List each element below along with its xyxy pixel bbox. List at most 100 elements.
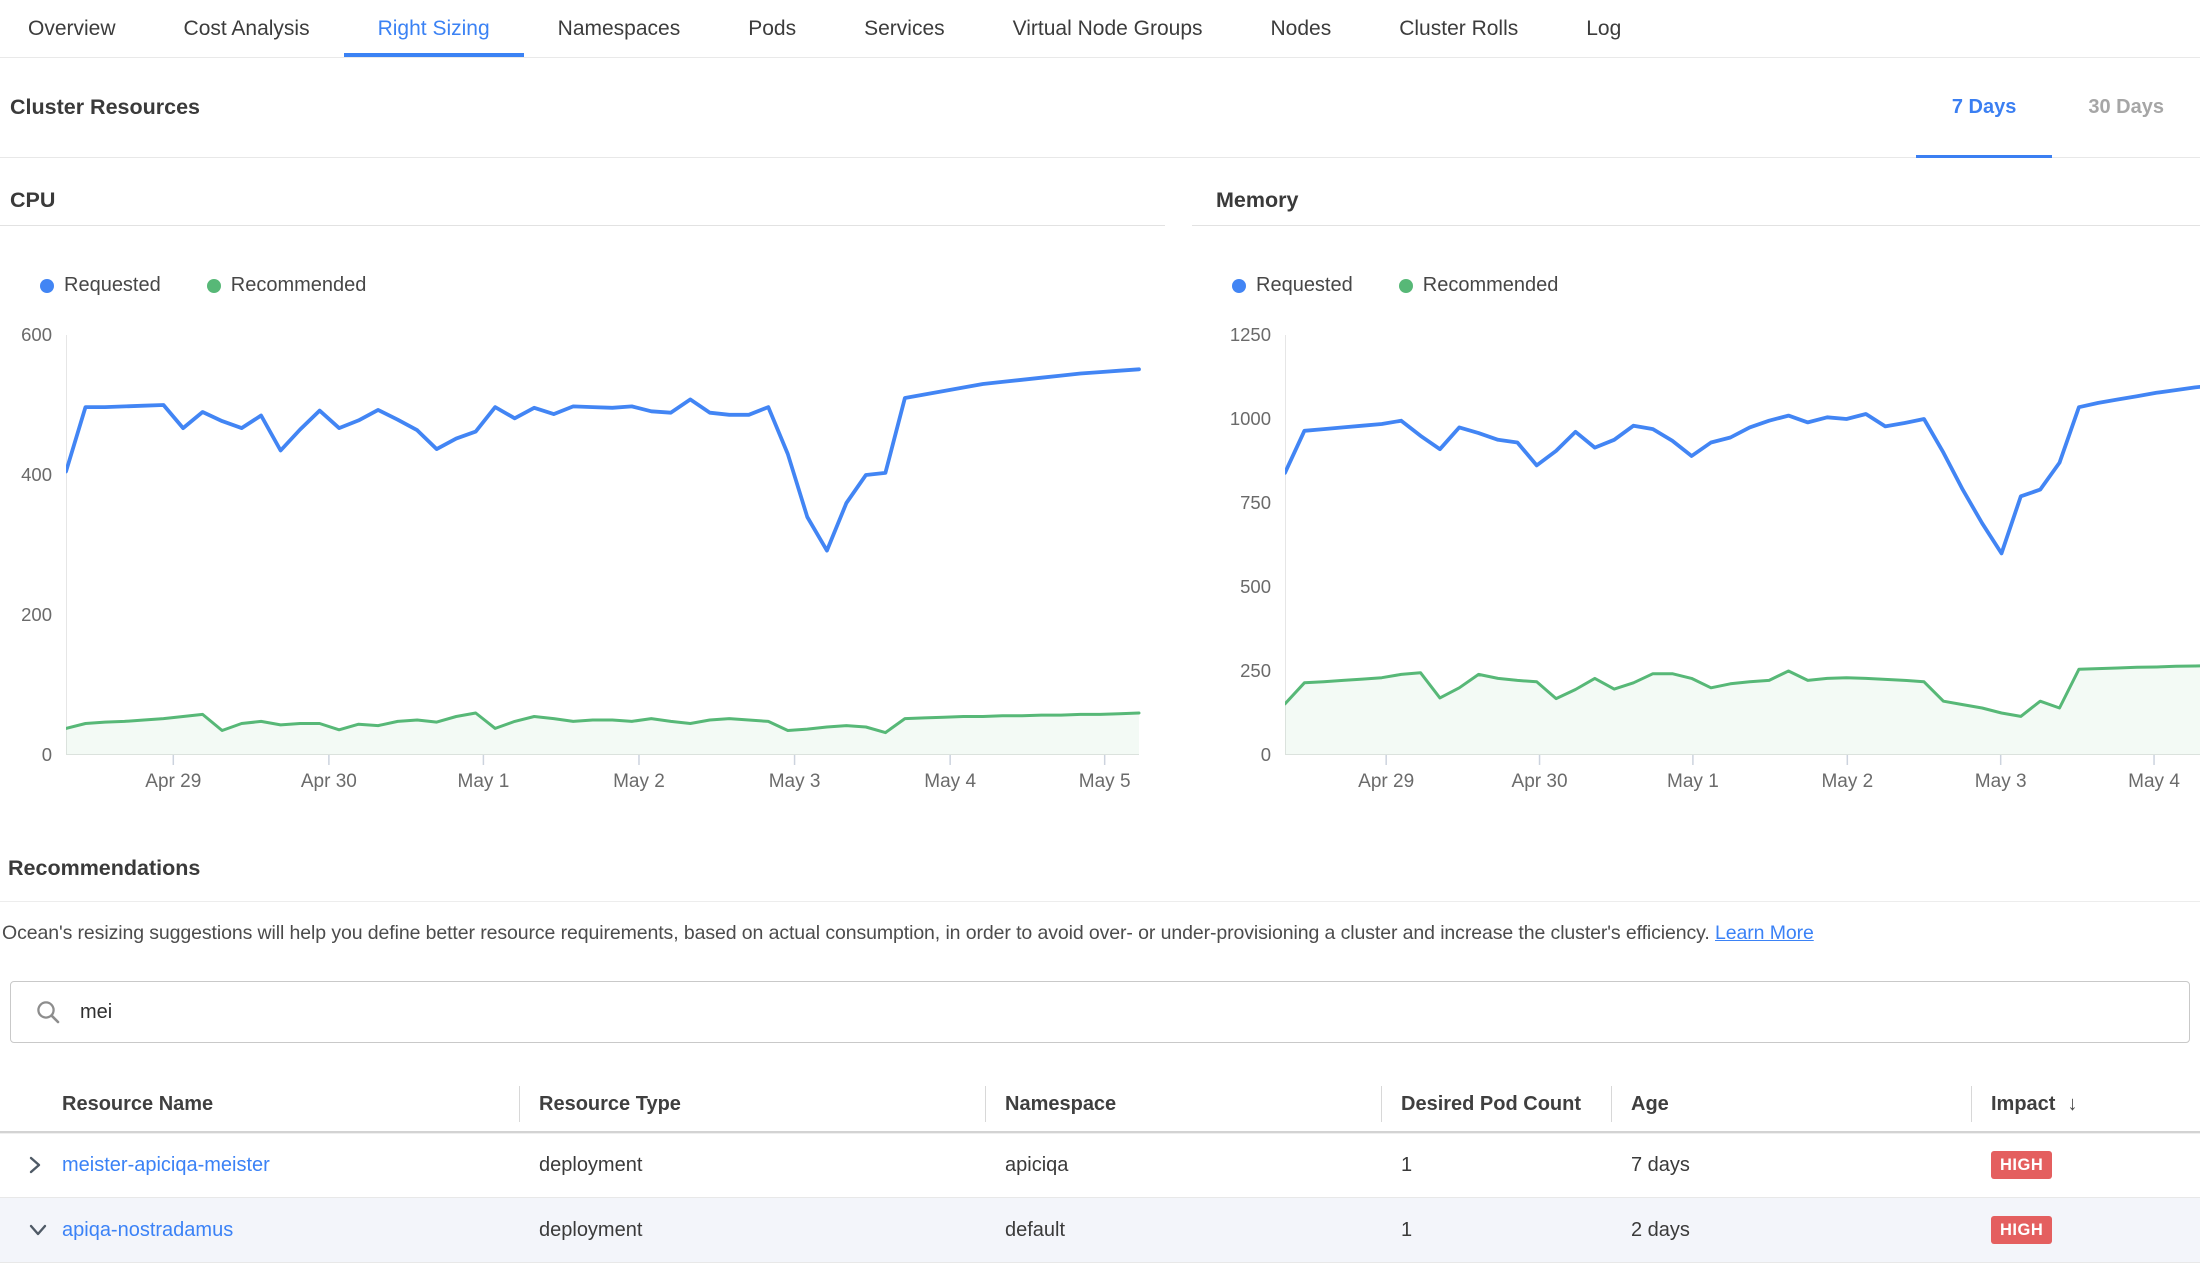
memory-chart-plot: 025050075010001250Apr 29Apr 30May 1May 2… xyxy=(1192,335,2200,810)
tab-label: Right Sizing xyxy=(378,17,490,41)
column-header-namespace[interactable]: Namespace xyxy=(985,1077,1381,1131)
tab-label: Namespaces xyxy=(558,17,681,41)
recommendations-section: Recommendations Ocean's resizing suggest… xyxy=(0,810,2200,945)
tab-label: Services xyxy=(864,17,945,41)
x-axis-tick-label: May 2 xyxy=(589,771,689,793)
legend-item-requested: Requested xyxy=(40,274,161,297)
charts-section: CPU Requested Recommended 0200400600Apr … xyxy=(0,158,2200,810)
legend-item-recommended: Recommended xyxy=(207,274,367,297)
range-tab-30-days[interactable]: 30 Days xyxy=(2052,58,2200,157)
y-axis-tick-label: 600 xyxy=(0,323,52,347)
y-axis-tick-label: 1000 xyxy=(1192,407,1271,431)
collapse-row-button[interactable] xyxy=(0,1223,62,1237)
memory-chart-svg xyxy=(1285,335,2200,769)
resource-type-cell: deployment xyxy=(519,1219,985,1242)
tab-label: Log xyxy=(1586,17,1621,41)
cpu-chart-title: CPU xyxy=(0,158,1165,226)
search-box[interactable] xyxy=(10,981,2190,1043)
namespace-cell: apiciqa xyxy=(985,1154,1381,1177)
tab-nodes[interactable]: Nodes xyxy=(1237,0,1366,57)
impact-cell: HIGH xyxy=(1971,1216,2200,1244)
x-axis-tick-label: May 2 xyxy=(1797,771,1897,793)
divider xyxy=(0,901,2200,902)
range-tab-7-days[interactable]: 7 Days xyxy=(1916,58,2053,157)
x-axis-tick-label: May 1 xyxy=(433,771,533,793)
y-axis-tick-label: 750 xyxy=(1192,491,1271,515)
resource-type-cell: deployment xyxy=(519,1154,985,1177)
cpu-chart-legend: Requested Recommended xyxy=(40,274,1165,297)
chevron-down-icon xyxy=(28,1223,48,1237)
search-input[interactable] xyxy=(78,1000,2189,1025)
x-axis-tick-label: May 1 xyxy=(1643,771,1743,793)
tab-label: Virtual Node Groups xyxy=(1013,17,1203,41)
column-header-resource-type[interactable]: Resource Type xyxy=(519,1077,985,1131)
requested-legend-dot-icon xyxy=(1232,279,1246,293)
sort-descending-icon[interactable]: ↓ xyxy=(2067,1093,2077,1116)
age-cell: 2 days xyxy=(1611,1219,1971,1242)
tab-log[interactable]: Log xyxy=(1552,0,1655,57)
legend-label: Requested xyxy=(1256,274,1353,297)
tab-namespaces[interactable]: Namespaces xyxy=(524,0,715,57)
impact-high-badge: HIGH xyxy=(1991,1151,2052,1179)
x-axis-tick-label: May 3 xyxy=(745,771,845,793)
age-cell: 7 days xyxy=(1611,1154,1971,1177)
chevron-right-icon xyxy=(28,1155,42,1175)
impact-high-badge: HIGH xyxy=(1991,1216,2052,1244)
tab-label: Cluster Rolls xyxy=(1399,17,1518,41)
desired-pod-count-cell: 1 xyxy=(1381,1219,1611,1242)
resource-name-link[interactable]: apiqa-nostradamus xyxy=(62,1219,233,1242)
x-axis-tick-label: Apr 30 xyxy=(1490,771,1590,793)
recommended-legend-dot-icon xyxy=(1399,279,1413,293)
table-header: Resource Name Resource Type Namespace De… xyxy=(0,1077,2200,1131)
desired-pod-count-cell: 1 xyxy=(1381,1154,1611,1177)
tab-cost-analysis[interactable]: Cost Analysis xyxy=(150,0,344,57)
memory-chart-panel: Memory Requested Recommended 02505007501… xyxy=(1192,158,2200,810)
y-axis-tick-label: 500 xyxy=(1192,575,1271,599)
x-axis-tick-label: Apr 30 xyxy=(279,771,379,793)
column-header-impact[interactable]: Impact↓ xyxy=(1971,1077,2200,1131)
time-range-tabs: 7 Days 30 Days xyxy=(1916,58,2200,157)
x-axis-tick-label: May 4 xyxy=(900,771,1000,793)
tab-virtual-node-groups[interactable]: Virtual Node Groups xyxy=(979,0,1237,57)
tab-label: Pods xyxy=(748,17,796,41)
resource-name-cell: apiqa-nostradamus xyxy=(0,1219,519,1242)
resource-name-cell: meister-apiciqa-meister xyxy=(0,1154,519,1177)
column-header-age[interactable]: Age xyxy=(1611,1077,1971,1131)
requested-legend-dot-icon xyxy=(40,279,54,293)
x-axis-tick-label: May 3 xyxy=(1951,771,2051,793)
x-axis-tick-label: Apr 29 xyxy=(1336,771,1436,793)
memory-chart-title: Memory xyxy=(1192,158,2200,226)
legend-item-requested: Requested xyxy=(1232,274,1353,297)
memory-chart-legend: Requested Recommended xyxy=(1232,274,2200,297)
impact-cell: HIGH xyxy=(1971,1151,2200,1179)
tab-cluster-rolls[interactable]: Cluster Rolls xyxy=(1365,0,1552,57)
expand-row-button[interactable] xyxy=(0,1155,62,1175)
tab-right-sizing[interactable]: Right Sizing xyxy=(344,0,524,57)
section-title-recommendations: Recommendations xyxy=(0,810,2200,901)
tab-label: Cost Analysis xyxy=(184,17,310,41)
namespace-cell: default xyxy=(985,1219,1381,1242)
x-axis-tick-label: Apr 29 xyxy=(123,771,223,793)
column-header-desired-pod-count[interactable]: Desired Pod Count xyxy=(1381,1077,1611,1131)
column-header-resource-name[interactable]: Resource Name xyxy=(0,1077,519,1131)
y-axis-tick-label: 250 xyxy=(1192,659,1271,683)
tab-services[interactable]: Services xyxy=(830,0,979,57)
tab-label: Overview xyxy=(28,17,116,41)
legend-label: Requested xyxy=(64,274,161,297)
y-axis-tick-label: 1250 xyxy=(1192,323,1271,347)
tab-label: Nodes xyxy=(1271,17,1332,41)
tab-overview[interactable]: Overview xyxy=(0,0,150,57)
top-nav: Overview Cost Analysis Right Sizing Name… xyxy=(0,0,2200,58)
learn-more-link[interactable]: Learn More xyxy=(1715,922,1814,944)
resource-name-link[interactable]: meister-apiciqa-meister xyxy=(62,1154,270,1177)
section-title-cluster-resources: Cluster Resources xyxy=(0,58,200,157)
y-axis-tick-label: 0 xyxy=(0,743,52,767)
legend-label: Recommended xyxy=(1423,274,1559,297)
table-row[interactable]: meister-apiciqa-meister deployment apici… xyxy=(0,1133,2200,1198)
cpu-chart-plot: 0200400600Apr 29Apr 30May 1May 2May 3May… xyxy=(0,335,1165,810)
tab-pods[interactable]: Pods xyxy=(714,0,830,57)
range-tab-label: 30 Days xyxy=(2088,96,2164,119)
y-axis-tick-label: 200 xyxy=(0,603,52,627)
recommendations-description: Ocean's resizing suggestions will help y… xyxy=(2,922,2200,945)
table-row[interactable]: apiqa-nostradamus deployment default 1 2… xyxy=(0,1198,2200,1263)
